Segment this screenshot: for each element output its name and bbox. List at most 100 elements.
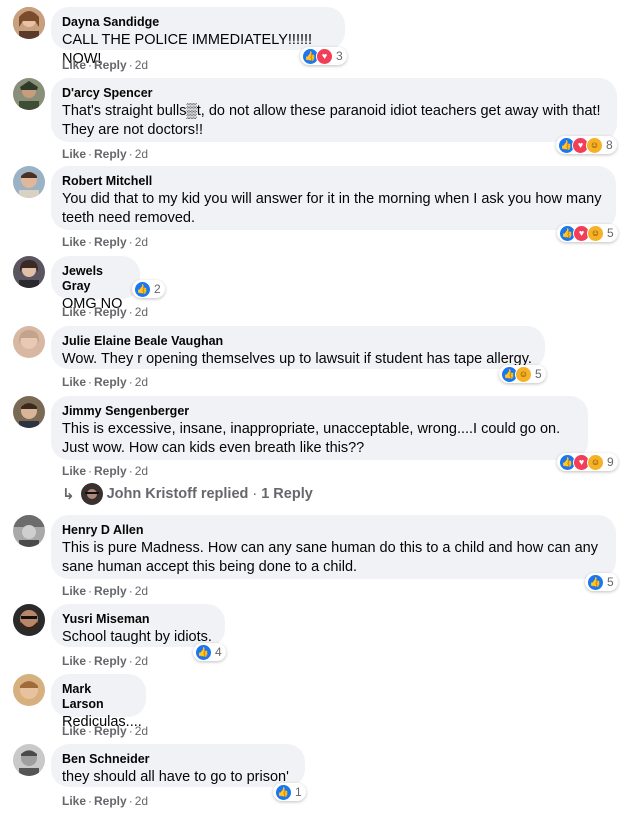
separator: · bbox=[88, 375, 93, 389]
like-button[interactable]: Like bbox=[62, 58, 86, 72]
like-button[interactable]: Like bbox=[62, 794, 86, 808]
timestamp[interactable]: 2d bbox=[135, 305, 148, 319]
reaction-count: 2 bbox=[154, 282, 161, 296]
comment-actions: Like · Reply · 2d bbox=[62, 305, 148, 319]
comment-actions: Like · Reply · 2d bbox=[62, 654, 148, 668]
reaction-summary[interactable]: 👍 ♥ 3 bbox=[300, 47, 347, 65]
reaction-summary[interactable]: 👍 ♥ ☺ 9 bbox=[557, 453, 618, 471]
reply-button[interactable]: Reply bbox=[94, 58, 127, 72]
avatar[interactable] bbox=[13, 326, 45, 358]
comment-author[interactable]: D'arcy Spencer bbox=[62, 86, 605, 101]
avatar[interactable] bbox=[13, 396, 45, 428]
like-reaction-icon: 👍 bbox=[195, 643, 212, 661]
avatar[interactable] bbox=[13, 166, 45, 198]
replied-label: replied bbox=[200, 486, 249, 502]
timestamp[interactable]: 2d bbox=[135, 654, 148, 668]
comment-actions: Like · Reply · 2d bbox=[62, 724, 148, 738]
timestamp[interactable]: 2d bbox=[135, 147, 148, 161]
comment-bubble: Robert Mitchell You did that to my kid y… bbox=[51, 166, 616, 230]
reaction-summary[interactable]: 👍 1 bbox=[273, 783, 306, 801]
timestamp[interactable]: 2d bbox=[135, 58, 148, 72]
reaction-summary[interactable]: 👍 5 bbox=[585, 573, 618, 591]
haha-reaction-icon: ☺ bbox=[515, 365, 532, 383]
view-replies-link[interactable]: ↳ John Kristoff replied · 1 Reply bbox=[62, 483, 313, 505]
like-button[interactable]: Like bbox=[62, 147, 86, 161]
reply-button[interactable]: Reply bbox=[94, 584, 127, 598]
reaction-summary[interactable]: 👍 ☺ 5 bbox=[499, 365, 546, 383]
avatar[interactable] bbox=[13, 674, 45, 706]
comment-actions: Like · Reply · 2d bbox=[62, 584, 148, 598]
haha-reaction-icon: ☺ bbox=[586, 136, 603, 154]
reaction-summary[interactable]: 👍 ♥ ☺ 5 bbox=[557, 224, 618, 242]
separator: · bbox=[88, 235, 93, 249]
like-button[interactable]: Like bbox=[62, 724, 86, 738]
avatar[interactable] bbox=[13, 7, 45, 39]
comment-author[interactable]: Jimmy Sengenberger bbox=[62, 404, 576, 419]
reply-button[interactable]: Reply bbox=[94, 235, 127, 249]
avatar[interactable] bbox=[13, 744, 45, 776]
reaction-summary[interactable]: 👍 ♥ ☺ 8 bbox=[556, 136, 617, 154]
timestamp[interactable]: 2d bbox=[135, 235, 148, 249]
reaction-count: 1 bbox=[295, 785, 302, 799]
comment-author[interactable]: Mark Larson bbox=[62, 682, 134, 712]
separator: · bbox=[88, 147, 93, 161]
reply-button[interactable]: Reply bbox=[94, 654, 127, 668]
timestamp[interactable]: 2d bbox=[135, 375, 148, 389]
like-button[interactable]: Like bbox=[62, 464, 86, 478]
reaction-count: 3 bbox=[336, 49, 343, 63]
separator: · bbox=[128, 464, 133, 478]
comment-actions: Like · Reply · 2d bbox=[62, 235, 148, 249]
avatar[interactable] bbox=[13, 256, 45, 288]
reply-button[interactable]: Reply bbox=[94, 375, 127, 389]
reaction-summary[interactable]: 👍 2 bbox=[132, 280, 165, 298]
reaction-count: 5 bbox=[607, 575, 614, 589]
comment-author[interactable]: Jewels Gray bbox=[62, 264, 128, 294]
reply-button[interactable]: Reply bbox=[94, 147, 127, 161]
comment-bubble: Mark Larson Rediculas.... bbox=[51, 674, 146, 730]
avatar[interactable] bbox=[13, 78, 45, 110]
comment-text: Wow. They r opening themselves up to law… bbox=[62, 351, 532, 367]
like-button[interactable]: Like bbox=[62, 305, 86, 319]
comment-text: This is excessive, insane, inappropriate… bbox=[62, 421, 561, 456]
comment-actions: Like · Reply · 2d bbox=[62, 58, 148, 72]
comment-bubble: Yusri Miseman School taught by idiots. bbox=[51, 604, 225, 647]
comment-bubble: Julie Elaine Beale Vaughan Wow. They r o… bbox=[51, 326, 545, 369]
timestamp[interactable]: 2d bbox=[135, 794, 148, 808]
comment-author[interactable]: Dayna Sandidge bbox=[62, 15, 333, 30]
timestamp[interactable]: 2d bbox=[135, 724, 148, 738]
comment-author[interactable]: Julie Elaine Beale Vaughan bbox=[62, 334, 533, 349]
like-button[interactable]: Like bbox=[62, 235, 86, 249]
reaction-summary[interactable]: 👍 4 bbox=[193, 643, 226, 661]
haha-reaction-icon: ☺ bbox=[587, 453, 604, 471]
comment-author[interactable]: Ben Schneider bbox=[62, 752, 293, 767]
comment-author[interactable]: Henry D Allen bbox=[62, 523, 604, 538]
comment-bubble: Jimmy Sengenberger This is excessive, in… bbox=[51, 396, 588, 460]
comment-actions: Like · Reply · 2d bbox=[62, 464, 148, 478]
comment-author[interactable]: Robert Mitchell bbox=[62, 174, 604, 189]
like-button[interactable]: Like bbox=[62, 375, 86, 389]
comment-bubble: D'arcy Spencer That's straight bulls▒t, … bbox=[51, 78, 617, 142]
replier-name: John Kristoff bbox=[106, 486, 197, 502]
separator: · bbox=[88, 58, 93, 72]
comment-text: You did that to my kid you will answer f… bbox=[62, 191, 602, 226]
reply-button[interactable]: Reply bbox=[94, 794, 127, 808]
reply-button[interactable]: Reply bbox=[94, 724, 127, 738]
comment-text: This is pure Madness. How can any sane h… bbox=[62, 540, 598, 575]
separator: · bbox=[88, 724, 93, 738]
like-reaction-icon: 👍 bbox=[134, 280, 151, 298]
reply-button[interactable]: Reply bbox=[94, 464, 127, 478]
separator: · bbox=[128, 654, 133, 668]
separator: · bbox=[88, 794, 93, 808]
like-button[interactable]: Like bbox=[62, 584, 86, 598]
comment-bubble: Ben Schneider they should all have to go… bbox=[51, 744, 305, 787]
separator: · bbox=[128, 235, 133, 249]
avatar[interactable] bbox=[13, 515, 45, 547]
comment-text: School taught by idiots. bbox=[62, 629, 212, 645]
comment-author[interactable]: Yusri Miseman bbox=[62, 612, 213, 627]
reply-count: 1 Reply bbox=[261, 486, 313, 502]
avatar[interactable] bbox=[13, 604, 45, 636]
like-button[interactable]: Like bbox=[62, 654, 86, 668]
timestamp[interactable]: 2d bbox=[135, 464, 148, 478]
timestamp[interactable]: 2d bbox=[135, 584, 148, 598]
reply-button[interactable]: Reply bbox=[94, 305, 127, 319]
